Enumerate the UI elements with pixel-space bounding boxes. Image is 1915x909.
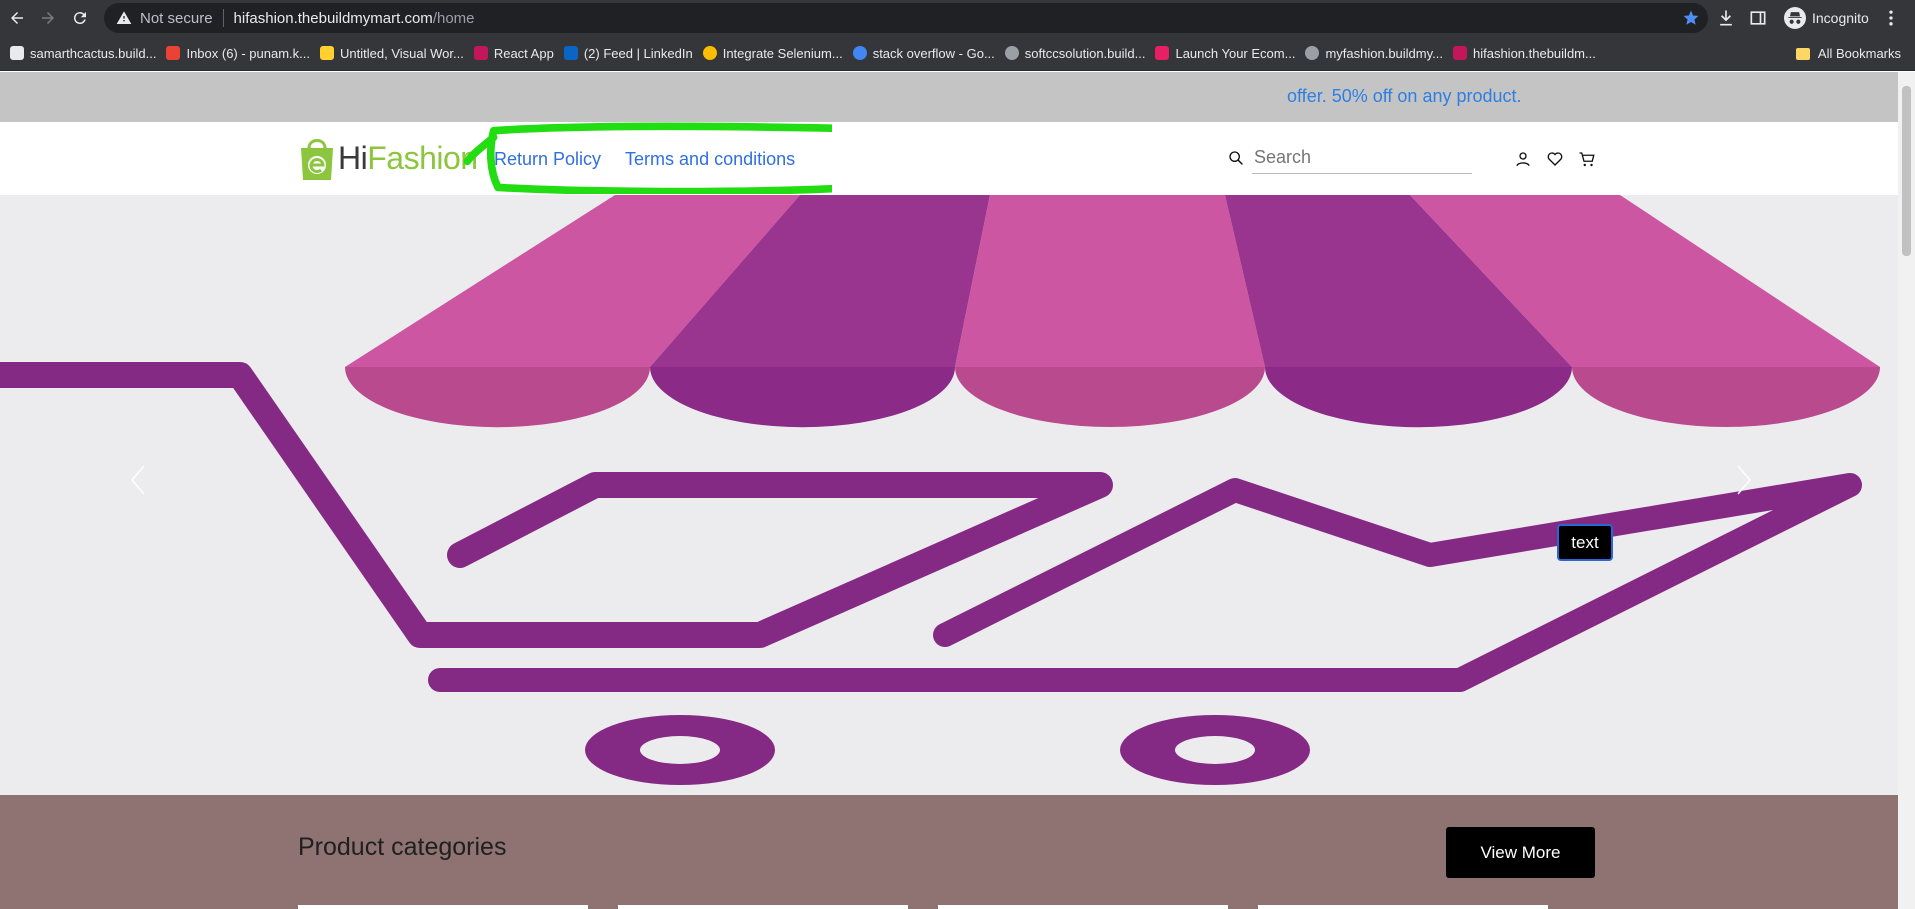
search-icon[interactable] — [1228, 145, 1244, 171]
linkedin-icon — [563, 46, 578, 60]
bookmark-label: softccsolution.build... — [1024, 45, 1146, 61]
scrollbar-thumb[interactable] — [1902, 86, 1911, 256]
section-title: Product categories — [298, 833, 507, 861]
category-card[interactable] — [618, 905, 908, 909]
url-host: hifashion.thebuildmymart.com — [233, 9, 433, 27]
bookmark-item[interactable]: hifashion.thebuildm... — [1452, 45, 1596, 61]
security-status: Not secure — [140, 9, 213, 27]
back-arrow-icon — [11, 12, 23, 24]
bookmark-item[interactable]: softccsolution.build... — [1004, 45, 1146, 61]
nav-highlight-annotation — [463, 122, 832, 194]
reload-button[interactable] — [68, 6, 92, 30]
cart-icon[interactable] — [1578, 150, 1596, 168]
bookmark-label: myfashion.buildmy... — [1325, 45, 1443, 61]
url-path: /home — [432, 9, 475, 27]
incognito-indicator[interactable]: Incognito — [1784, 7, 1869, 29]
category-cards — [298, 905, 1548, 909]
bookmark-item[interactable]: Integrate Selenium... — [702, 45, 843, 61]
bookmark-label: samarthcactus.build... — [30, 45, 157, 61]
bookmark-item[interactable]: stack overflow - Go... — [852, 45, 995, 61]
warning-triangle-icon — [116, 11, 132, 24]
globe-icon — [1305, 46, 1320, 60]
offer-text: offer. 50% off on any product. — [1287, 86, 1522, 106]
forward-button[interactable] — [36, 6, 60, 30]
search-box — [1228, 142, 1472, 174]
bookmark-item[interactable]: (2) Feed | LinkedIn — [563, 45, 693, 61]
reload-icon — [73, 12, 86, 25]
gmail-icon — [166, 46, 181, 60]
bookmark-item[interactable]: Untitled, Visual Wor... — [320, 46, 464, 61]
category-card[interactable] — [298, 905, 588, 909]
miro-icon — [320, 46, 335, 60]
store-icon — [1155, 46, 1170, 60]
bookmark-label: Inbox (6) - punam.k... — [186, 45, 311, 61]
bookmark-star-icon[interactable] — [1682, 9, 1700, 27]
product-categories-section: Product categories View More — [0, 795, 1898, 909]
all-bookmarks-label: All Bookmarks — [1817, 46, 1901, 61]
side-panel-icon[interactable] — [1748, 8, 1768, 28]
bookmark-label: React App — [493, 45, 554, 61]
download-icon[interactable] — [1716, 8, 1736, 28]
address-separator — [222, 9, 224, 27]
bookmark-label: stack overflow - Go... — [872, 45, 995, 61]
bookmark-item[interactable]: samarthcactus.build... — [10, 46, 156, 61]
category-card[interactable] — [938, 905, 1228, 909]
toolbar-right: Incognito — [1716, 6, 1901, 30]
bookmark-item[interactable]: React App — [473, 45, 554, 61]
user-icon[interactable] — [1514, 150, 1532, 168]
bookmark-item[interactable]: Inbox (6) - punam.k... — [166, 46, 310, 61]
folder-icon — [1795, 47, 1810, 60]
page-scrollbar[interactable] — [1898, 72, 1915, 909]
category-card[interactable] — [1258, 905, 1548, 909]
header-icons — [1514, 150, 1596, 168]
heart-icon[interactable] — [1546, 150, 1564, 168]
incognito-icon — [1784, 7, 1806, 29]
bookmark-item[interactable]: myfashion.buildmy... — [1305, 46, 1443, 61]
offer-bar: offer. 50% off on any product. — [0, 72, 1898, 122]
bookmark-label: (2) Feed | LinkedIn — [583, 45, 693, 61]
site-icon — [10, 46, 24, 60]
shop-icon — [1452, 46, 1467, 60]
globe-icon — [1004, 46, 1019, 60]
logo-hi: Hi — [338, 139, 368, 176]
carousel-prev-button[interactable] — [124, 460, 154, 500]
chevron-left-icon — [131, 465, 145, 495]
site-logo[interactable]: HiFashion — [298, 134, 478, 182]
google-icon — [852, 46, 867, 60]
shop-icon — [473, 46, 488, 60]
hero-text-tag[interactable]: text — [1557, 524, 1613, 561]
address-bar[interactable]: Not secure hifashion.thebuildmymart.com /… — [104, 3, 1708, 33]
incognito-label: Incognito — [1812, 10, 1869, 26]
carousel-next-button[interactable] — [1728, 460, 1758, 500]
bookmark-item[interactable]: Launch Your Ecom... — [1155, 46, 1295, 61]
page-viewport: offer. 50% off on any product. HiFashion… — [0, 72, 1898, 909]
kebab-menu-icon[interactable] — [1881, 8, 1901, 28]
forward-arrow-icon — [42, 12, 54, 24]
hero-cart-illustration — [0, 195, 1880, 785]
bookmark-label: Untitled, Visual Wor... — [340, 45, 464, 61]
back-button[interactable] — [5, 6, 29, 30]
bookmark-label: hifashion.thebuildm... — [1472, 45, 1596, 61]
bookmark-label: Launch Your Ecom... — [1175, 45, 1296, 61]
search-input[interactable] — [1252, 142, 1472, 174]
browser-toolbar: Not secure hifashion.thebuildmymart.com /… — [0, 0, 1915, 36]
chevron-right-icon — [1737, 465, 1751, 495]
view-more-button[interactable]: View More — [1446, 827, 1595, 878]
all-bookmarks-button[interactable]: All Bookmarks — [1795, 36, 1901, 71]
site-header: HiFashion Return Policy Terms and condit… — [0, 122, 1898, 195]
chrome-icon — [702, 46, 717, 60]
shopping-bag-logo-icon — [301, 139, 333, 180]
bookmark-label: Integrate Selenium... — [722, 45, 843, 61]
hero-carousel — [0, 195, 1898, 795]
bookmarks-bar: samarthcactus.build... Inbox (6) - punam… — [0, 36, 1915, 71]
